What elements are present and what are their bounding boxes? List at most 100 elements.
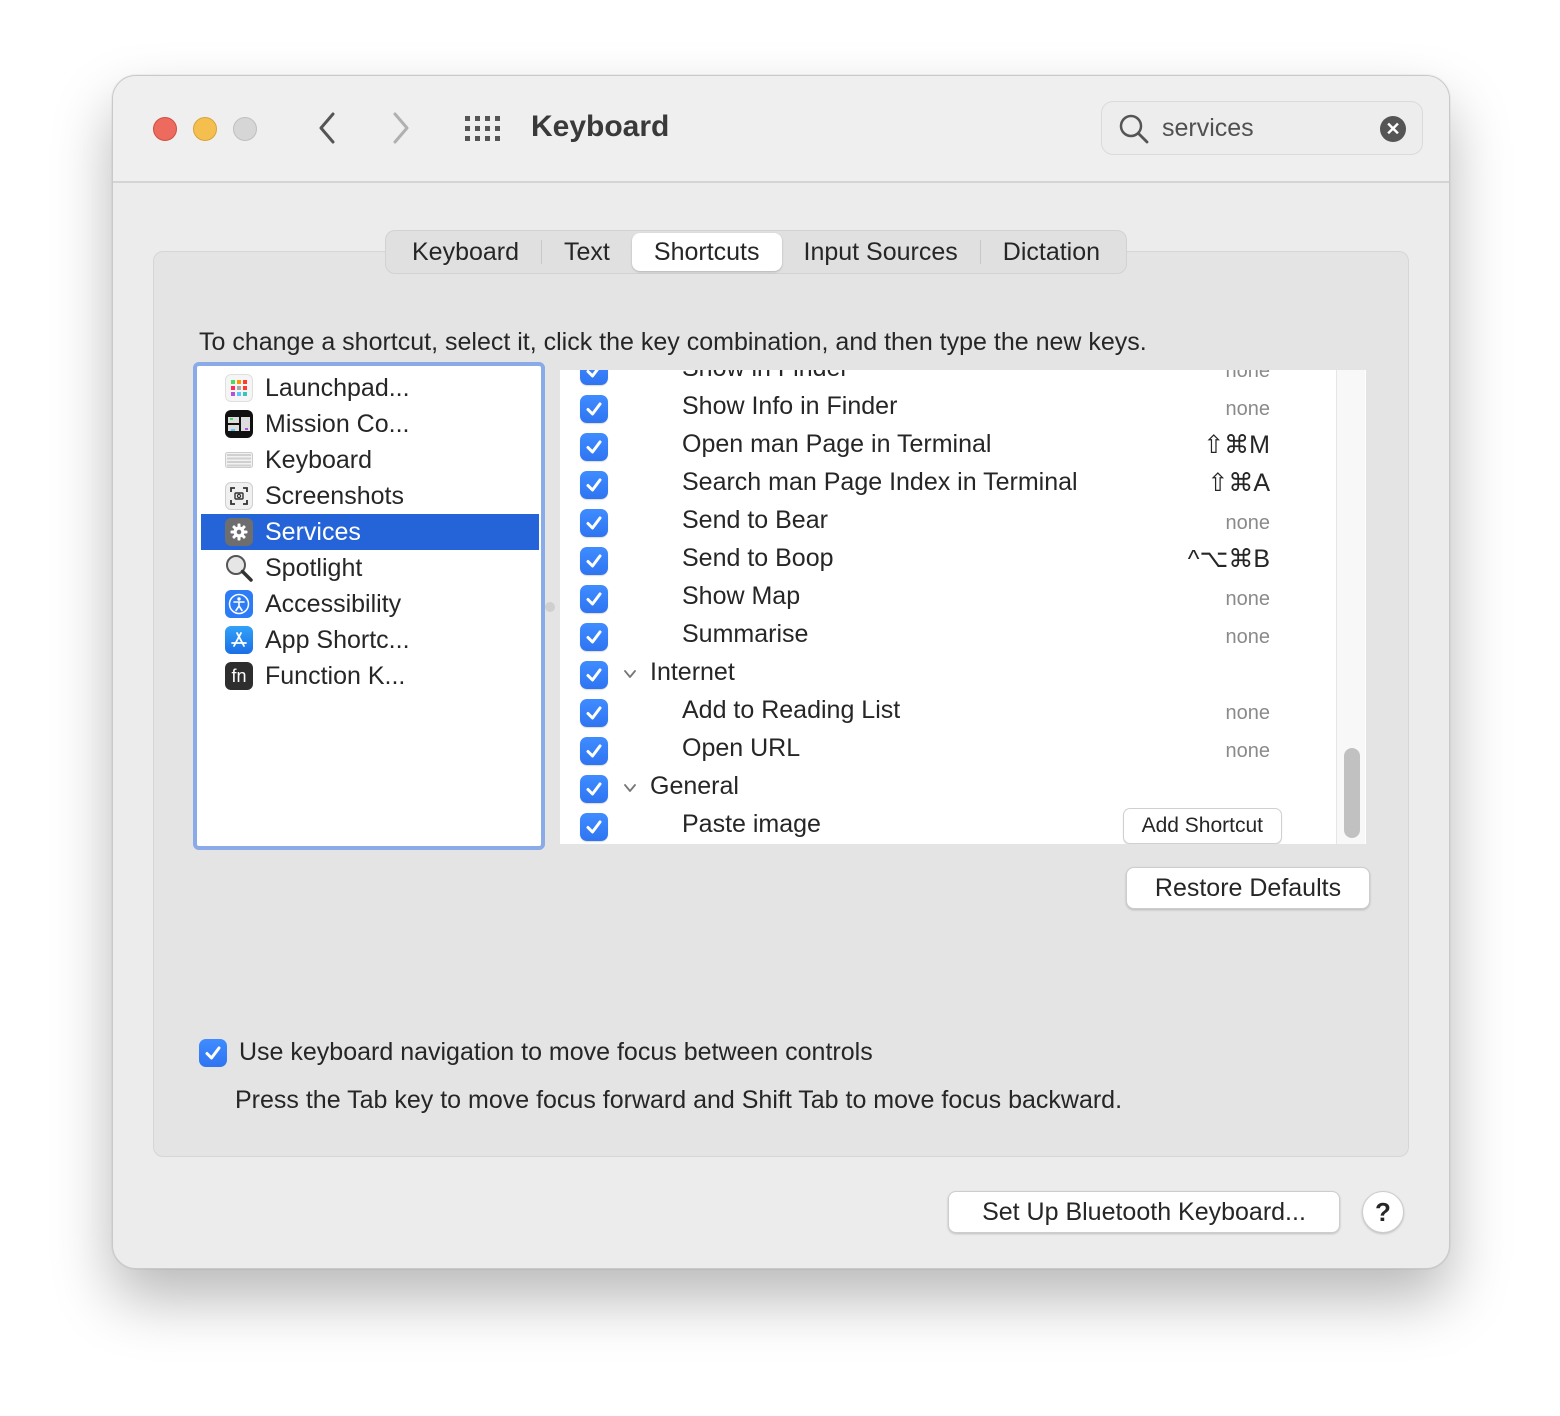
checkmark-icon [205, 1046, 221, 1060]
add-shortcut-button[interactable]: Add Shortcut [1122, 808, 1282, 844]
close-window-button[interactable] [153, 117, 177, 141]
service-row[interactable]: Open man Page in Terminal ⇧⌘M [560, 428, 1330, 466]
tab-shortcuts[interactable]: Shortcuts [631, 233, 782, 271]
tab-keyboard[interactable]: Keyboard [390, 233, 541, 271]
service-label: Open URL [682, 734, 801, 762]
service-row[interactable]: Paste image Add Shortcut [560, 808, 1330, 844]
category-label: Accessibility [265, 589, 402, 618]
shortcut-key-combination[interactable]: ⇧⌘A [1207, 468, 1270, 498]
shortcut-key-combination[interactable]: none [1226, 588, 1271, 611]
keyboard-navigation-label: Use keyboard navigation to move focus be… [239, 1038, 873, 1066]
chevron-left-icon [319, 112, 335, 144]
forward-button[interactable] [385, 110, 415, 146]
category-mission-control[interactable]: Mission Co... [201, 406, 539, 442]
shortcut-key-combination[interactable]: none [1226, 512, 1271, 535]
checkmark-icon [586, 820, 602, 834]
disclosure-chevron-down-icon[interactable] [622, 666, 638, 682]
services-shortcut-list[interactable]: Paste image Add Shortcut General Open URL no… [560, 370, 1366, 844]
service-enabled-checkbox[interactable] [580, 547, 608, 575]
service-row[interactable]: Send to Boop ^⌥⌘B [560, 542, 1330, 580]
restore-defaults-button[interactable]: Restore Defaults [1126, 867, 1370, 909]
service-enabled-checkbox[interactable] [580, 471, 608, 499]
show-all-grid-button[interactable] [465, 116, 501, 142]
service-row[interactable]: Send to Bear none [560, 504, 1330, 542]
shortcut-key-combination[interactable]: ^⌥⌘B [1188, 544, 1270, 574]
service-enabled-checkbox[interactable] [580, 699, 608, 727]
category-accessibility[interactable]: Accessibility [201, 586, 539, 622]
category-services[interactable]: Services [201, 514, 539, 550]
checkmark-icon [586, 554, 602, 568]
setup-bluetooth-keyboard-button[interactable]: Set Up Bluetooth Keyboard... [948, 1191, 1340, 1233]
service-label: Send to Bear [682, 506, 828, 534]
category-launchpad[interactable]: Launchpad... [201, 370, 539, 406]
category-function-keys[interactable]: fn Function K... [201, 658, 539, 694]
category-app-shortcuts[interactable]: App Shortc... [201, 622, 539, 658]
checkmark-icon [586, 478, 602, 492]
grid-icon [465, 116, 500, 141]
service-enabled-checkbox[interactable] [580, 661, 608, 689]
category-label: Services [265, 517, 361, 546]
app-store-icon [225, 626, 253, 654]
service-row[interactable]: Show Map none [560, 580, 1330, 618]
service-row[interactable]: Summarise none [560, 618, 1330, 656]
service-enabled-checkbox[interactable] [580, 509, 608, 537]
split-view-divider[interactable] [545, 602, 555, 612]
shortcut-key-combination[interactable]: none [1226, 370, 1271, 383]
service-label: Show Map [682, 582, 801, 610]
category-label: Screenshots [265, 481, 404, 510]
shortcut-key-combination[interactable]: none [1226, 398, 1271, 421]
service-enabled-checkbox[interactable] [580, 623, 608, 651]
service-row[interactable]: Add to Reading List none [560, 694, 1330, 732]
checkmark-icon [586, 370, 599, 378]
tab-input-sources[interactable]: Input Sources [782, 233, 980, 271]
search-input[interactable] [1162, 110, 1362, 146]
shortcut-category-list[interactable]: Launchpad... Mission Co... Keyboard Scre… [193, 362, 545, 850]
shortcut-key-combination[interactable]: none [1226, 626, 1271, 649]
instructions-text: To change a shortcut, select it, click t… [199, 328, 1147, 356]
keyboard-icon [225, 446, 253, 474]
chevron-right-icon [393, 112, 409, 144]
search-field[interactable]: ✕ [1101, 101, 1423, 155]
shortcut-key-combination[interactable]: none [1226, 702, 1271, 725]
service-enabled-checkbox[interactable] [580, 737, 608, 765]
checkmark-icon [586, 744, 602, 758]
tab-text[interactable]: Text [542, 233, 632, 271]
service-enabled-checkbox[interactable] [580, 585, 608, 613]
service-group-label: General [650, 772, 739, 800]
category-label: Mission Co... [265, 409, 410, 438]
tab-dictation[interactable]: Dictation [981, 233, 1122, 271]
back-button[interactable] [313, 110, 343, 146]
checkmark-icon [586, 782, 602, 796]
service-enabled-checkbox[interactable] [580, 433, 608, 461]
service-row[interactable]: Open URL none [560, 732, 1330, 770]
shortcut-key-combination[interactable]: none [1226, 740, 1271, 763]
service-row[interactable]: Search man Page Index in Terminal ⇧⌘A [560, 466, 1330, 504]
service-row[interactable]: Show in Finder none [560, 370, 1330, 390]
mission-control-icon [225, 410, 253, 438]
category-label: App Shortc... [265, 625, 410, 654]
service-enabled-checkbox[interactable] [580, 395, 608, 423]
service-row[interactable]: Show Info in Finder none [560, 390, 1330, 428]
service-group-row[interactable]: General [560, 770, 1330, 808]
checkmark-icon [586, 440, 602, 454]
shortcut-key-combination[interactable]: ⇧⌘M [1203, 430, 1270, 460]
service-label: Paste image [682, 810, 821, 838]
service-enabled-checkbox[interactable] [580, 775, 608, 803]
scrollbar-thumb[interactable] [1344, 748, 1360, 838]
launchpad-icon [225, 374, 253, 402]
service-enabled-checkbox[interactable] [580, 813, 608, 841]
keyboard-navigation-checkbox[interactable] [199, 1039, 227, 1067]
disclosure-chevron-down-icon[interactable] [622, 780, 638, 796]
clear-search-icon[interactable]: ✕ [1380, 116, 1406, 142]
category-keyboard[interactable]: Keyboard [201, 442, 539, 478]
minimize-window-button[interactable] [193, 117, 217, 141]
category-spotlight[interactable]: Spotlight [201, 550, 539, 586]
zoom-window-button[interactable] [233, 117, 257, 141]
fn-key-icon: fn [225, 662, 253, 690]
help-button[interactable]: ? [1362, 1191, 1404, 1233]
service-enabled-checkbox[interactable] [580, 370, 608, 385]
category-label: Keyboard [265, 445, 373, 474]
service-group-row[interactable]: Internet [560, 656, 1330, 694]
category-screenshots[interactable]: Screenshots [201, 478, 539, 514]
service-label: Show in Finder [682, 370, 849, 383]
